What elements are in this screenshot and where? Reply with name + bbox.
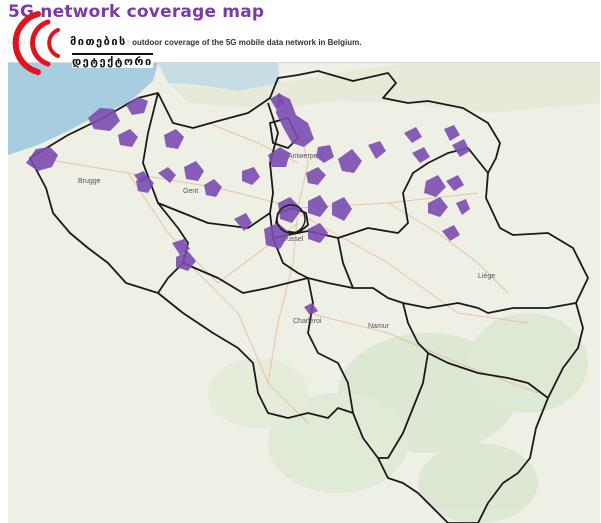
coverage-area xyxy=(404,127,422,143)
coverage-area xyxy=(308,223,328,243)
label-brugge: Brugge xyxy=(78,178,101,185)
terrain-tints xyxy=(208,313,588,523)
coverage-area xyxy=(412,147,430,163)
logo-text-line1: მითების xyxy=(70,35,127,48)
coverage-area xyxy=(444,125,460,141)
coverage-area xyxy=(184,161,204,181)
coverage-area xyxy=(452,139,470,157)
coverage-area xyxy=(428,197,448,217)
coverage-area xyxy=(456,199,470,215)
coverage-areas[interactable] xyxy=(26,93,470,315)
coverage-area xyxy=(278,197,302,223)
coverage-area xyxy=(338,149,362,173)
coverage-area xyxy=(308,195,328,217)
signal-arcs-icon xyxy=(12,11,60,75)
coverage-area xyxy=(424,175,446,197)
coverage-area xyxy=(332,197,352,221)
coverage-area xyxy=(234,213,252,231)
coverage-area xyxy=(306,167,326,185)
coverage-area xyxy=(26,147,58,171)
label-gent: Gent xyxy=(183,188,198,195)
coverage-area xyxy=(204,179,222,197)
coverage-map[interactable]: Brugge Gent Antwerpen Brussel Charleroi … xyxy=(8,62,600,523)
coverage-area xyxy=(242,167,260,185)
myth-detector-logo: მითების დეტექტორი xyxy=(8,8,168,78)
label-namur: Namur xyxy=(368,323,390,330)
label-liege: Liège xyxy=(478,273,495,280)
coverage-area xyxy=(304,303,318,315)
label-charleroi: Charleroi xyxy=(293,318,322,325)
coverage-area xyxy=(118,129,138,147)
coverage-area xyxy=(316,145,334,163)
map-canvas[interactable]: Brugge Gent Antwerpen Brussel Charleroi … xyxy=(8,63,600,523)
coverage-area xyxy=(368,141,386,159)
logo-text-line2: დეტექტორი xyxy=(72,53,153,68)
coverage-area xyxy=(164,129,184,149)
coverage-area xyxy=(264,223,290,249)
coverage-area xyxy=(446,175,464,191)
